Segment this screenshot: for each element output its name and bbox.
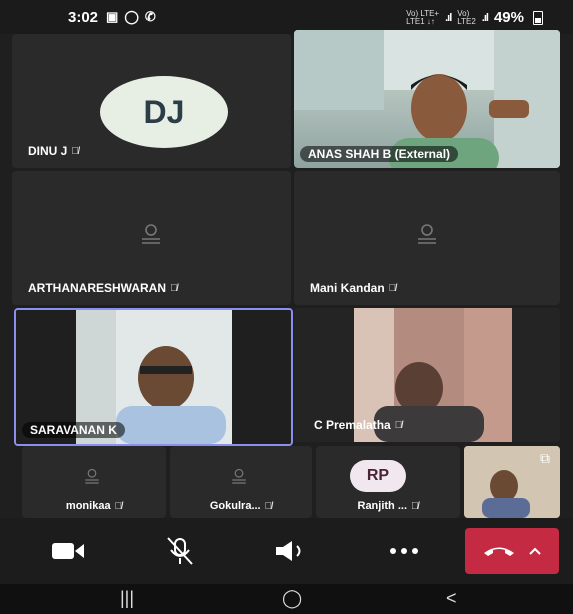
whatsapp-icon: ◯ — [124, 9, 139, 24]
status-app-icons: ▣ ◯ ✆ — [106, 9, 156, 25]
participant-tile-gokulra[interactable]: Gokulra... 🎙̸ — [170, 446, 312, 518]
speaker-icon — [276, 541, 301, 561]
user-placeholder-icon — [232, 468, 246, 484]
status-bar: 3:02 ▣ ◯ ✆ Vo) LTE+ LTE1 ↓↑ .ıl Vo) LTE2 .… — [0, 0, 573, 34]
signal-2-icon: .ıl — [481, 11, 489, 24]
camera-button[interactable] — [48, 534, 88, 568]
status-right: Vo) LTE+ LTE1 ↓↑ .ıl Vo) LTE2 .ıl 49% — [406, 9, 543, 26]
mic-off-icon: 🎙̸ — [71, 145, 79, 157]
end-call-button[interactable] — [465, 528, 559, 574]
mic-off-icon: 🎙̸ — [170, 282, 178, 294]
participant-name: Gokulra... 🎙̸ — [209, 500, 273, 512]
signal-1-icon: .ıl — [445, 11, 452, 24]
switch-camera-icon[interactable]: ⧉ — [540, 450, 550, 467]
participant-name: SARAVANAN K — [22, 422, 125, 438]
mic-off-icon: 🎙̸ — [264, 500, 273, 512]
participant-name: monikaa 🎙̸ — [65, 500, 123, 512]
call-controls — [0, 518, 573, 584]
end-call-icon — [484, 547, 514, 556]
participant-name: Mani Kandan 🎙̸ — [310, 281, 397, 295]
chevron-up-icon[interactable] — [528, 546, 542, 556]
mic-off-icon: 🎙̸ — [388, 282, 397, 294]
mic-off-icon: 🎙̸ — [411, 500, 419, 512]
battery-percent: 49% — [493, 9, 524, 26]
mic-off-icon: 🎙̸ — [114, 500, 123, 512]
recent-apps-button[interactable]: ||| — [120, 588, 134, 609]
battery-icon — [533, 10, 543, 25]
participant-tile-anas[interactable]: ANAS SHAH B (External) — [294, 30, 560, 168]
avatar: RP — [350, 460, 406, 492]
user-placeholder-icon — [418, 224, 436, 244]
mic-off-icon: 🎙̸ — [394, 419, 403, 431]
user-placeholder-icon — [85, 468, 99, 484]
participant-name: Ranjith ... 🎙̸ — [357, 500, 419, 512]
mic-off-icon — [167, 537, 193, 565]
phone-icon: ✆ — [144, 9, 156, 24]
system-nav-bar: ||| ◯ < — [0, 584, 573, 614]
participant-tile-saravanan[interactable]: SARAVANAN K — [14, 308, 293, 446]
camera-icon — [52, 543, 84, 559]
avatar: DJ — [100, 76, 228, 148]
participant-name: DINU J 🎙̸ — [28, 144, 79, 158]
status-time: 3:02 — [68, 8, 99, 26]
more-options-button[interactable] — [384, 534, 424, 568]
participant-tile-dinu[interactable]: DJ DINU J 🎙̸ — [12, 34, 291, 168]
participant-tile-premalatha[interactable]: C Premalatha 🎙̸ — [294, 308, 560, 442]
participant-tile-arthanareshwaran[interactable]: ARTHANARESHWARAN 🎙̸ — [12, 171, 291, 305]
participant-name: ANAS SHAH B (External) — [300, 146, 459, 162]
participant-tile-mani-kandan[interactable]: Mani Kandan 🎙̸ — [294, 171, 560, 305]
participant-name: C Premalatha 🎙̸ — [314, 418, 403, 432]
network-1-label: Vo) LTE+ LTE1 ↓↑ — [406, 8, 440, 26]
participant-tile-monikaa[interactable]: monikaa 🎙̸ — [22, 446, 166, 518]
self-view-tile[interactable]: ⧉ — [464, 446, 560, 518]
speaker-button[interactable] — [272, 534, 312, 568]
user-placeholder-icon — [142, 224, 160, 244]
home-button[interactable]: ◯ — [282, 588, 302, 609]
back-button[interactable]: < — [446, 588, 457, 609]
participant-name: ARTHANARESHWARAN 🎙̸ — [28, 281, 178, 295]
mute-button[interactable] — [160, 534, 200, 568]
more-icon — [390, 548, 418, 554]
participant-tile-ranjith[interactable]: RP Ranjith ... 🎙̸ — [316, 446, 460, 518]
network-2-label: Vo) LTE2 — [457, 8, 476, 26]
gallery-icon: ▣ — [106, 9, 119, 24]
